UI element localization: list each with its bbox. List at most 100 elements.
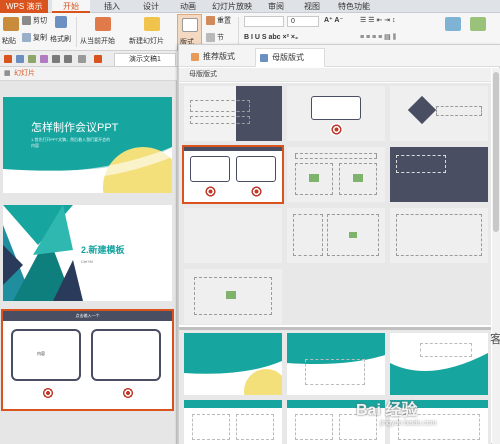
separator xyxy=(76,17,77,47)
chart-icon xyxy=(226,291,236,299)
document-tab[interactable]: 演示文稿1 xyxy=(114,53,176,66)
title-placeholder xyxy=(420,343,472,357)
layout-two-content[interactable] xyxy=(182,145,284,204)
tab-features[interactable]: 特色功能 xyxy=(334,0,374,13)
content-placeholder-right xyxy=(236,156,276,182)
tab-slideshow[interactable]: 幻灯片放映 xyxy=(208,0,256,13)
save-icon[interactable] xyxy=(4,55,12,63)
textbox-icon[interactable] xyxy=(445,17,461,31)
paste-button[interactable]: 粘贴 xyxy=(2,37,16,47)
content-placeholder-left xyxy=(295,414,333,440)
layout-title-only[interactable] xyxy=(184,86,282,141)
layout-comparison[interactable] xyxy=(287,147,385,202)
font-name-select[interactable] xyxy=(244,16,284,27)
master-icon xyxy=(260,54,268,62)
section-button[interactable]: 节 xyxy=(206,33,224,43)
content-placeholder-left xyxy=(190,156,230,182)
copy-button[interactable]: 复制 xyxy=(22,33,47,43)
layout-teal-title[interactable] xyxy=(184,333,282,395)
picture-placeholder xyxy=(396,214,482,256)
slide-thumbnail-2[interactable]: 2.新建模板 Ctrl+M xyxy=(3,205,172,301)
play-from-current-icon[interactable] xyxy=(95,17,111,31)
redo-icon[interactable] xyxy=(64,55,72,63)
layout-content-caption[interactable] xyxy=(287,208,385,263)
reset-icon xyxy=(206,16,215,25)
content-placeholder xyxy=(305,359,365,385)
format-painter-icon[interactable] xyxy=(55,16,67,28)
tab-animation[interactable]: 动画 xyxy=(172,0,204,13)
align-buttons[interactable]: ≡ ≡ ≡ ≡ ▤ ⫼ xyxy=(360,33,396,43)
title-placeholder xyxy=(295,153,377,159)
layout-teal-section[interactable] xyxy=(390,333,488,395)
layout-gallery-scrollbar[interactable] xyxy=(492,68,500,444)
slide-2-title: 2.新建模板 xyxy=(81,245,125,255)
menubar: WPS 演示 开始 插入 设计 动画 幻灯片放映 审阅 视图 特色功能 xyxy=(0,0,500,13)
tab-master-layouts[interactable]: 母版版式 xyxy=(255,48,325,67)
chart-icon xyxy=(349,232,357,238)
layout-title-dark[interactable] xyxy=(390,147,488,202)
layout-picture-caption[interactable] xyxy=(390,208,488,263)
cut-button[interactable]: 剪切 xyxy=(22,16,47,26)
content-placeholder-left xyxy=(192,414,230,440)
slide-panel-tabs: ▦ 幻灯片 xyxy=(0,67,177,81)
layout-title-content[interactable] xyxy=(287,86,385,141)
content-placeholder-right xyxy=(236,414,274,440)
reset-label: 重置 xyxy=(217,17,231,25)
slide-1-title: 怎样制作会议PPT xyxy=(31,122,119,134)
tab-recommended-layouts[interactable]: 推荐版式 xyxy=(187,48,249,67)
print-icon[interactable] xyxy=(28,55,36,63)
target-icon xyxy=(330,123,343,136)
new-slide-icon[interactable] xyxy=(144,17,160,31)
tab-insert[interactable]: 插入 xyxy=(96,0,128,13)
dropdown-icon[interactable] xyxy=(78,55,86,63)
slide-thumbnail-1[interactable]: 怎样制作会议PPT 1.首先打开PPT文稿，然后着入我们要开会的内容 xyxy=(3,97,172,193)
baidu-watermark: Bai 经验 xyxy=(356,402,418,419)
teal-wave-shape xyxy=(184,333,282,395)
outline-tab-icon[interactable]: ▦ xyxy=(4,67,14,81)
tab-master-label: 母版版式 xyxy=(272,53,304,62)
font-format-buttons[interactable]: B I U S abc ×² ×₂ xyxy=(244,33,298,43)
from-current-button[interactable]: 从当前开始 xyxy=(80,37,115,47)
title-placeholder xyxy=(436,106,482,116)
format-painter-button[interactable]: 格式刷 xyxy=(50,35,71,45)
layout-vertical-content[interactable] xyxy=(184,269,282,324)
content-placeholder xyxy=(311,96,361,120)
slide-1-subtitle: 1.首先打开PPT文稿，然后着入我们要开会的内容 xyxy=(31,137,111,148)
font-size-select[interactable]: 0 xyxy=(287,16,319,27)
scrollbar-thumb[interactable] xyxy=(493,72,499,232)
copy-icon xyxy=(22,33,31,42)
master-layout-grid xyxy=(179,83,491,325)
reset-button[interactable]: 重置 xyxy=(206,16,231,26)
slide-panel: ▦ 幻灯片 怎样制作会议PPT 1.首先打开PPT文稿，然后着入我们要开会的内容 xyxy=(0,67,177,444)
tab-review[interactable]: 审阅 xyxy=(262,0,290,13)
recommend-icon xyxy=(191,53,199,61)
slide-thumbnail-3[interactable]: 点击输入一个 内容 xyxy=(1,309,174,411)
layout-section-header: 母版版式 xyxy=(179,68,491,82)
title-placeholder xyxy=(396,155,446,173)
list-buttons[interactable]: ☰ ☰ ⇤ ⇥ ↕ xyxy=(360,16,396,26)
app-logo[interactable]: WPS 演示 xyxy=(0,0,48,13)
preview-icon[interactable] xyxy=(40,55,48,63)
layout-blank[interactable] xyxy=(184,208,282,263)
wps-doc-icon xyxy=(94,55,102,63)
layout-gallery-popup: 推荐版式 母版版式 母版版式 xyxy=(178,44,500,444)
layout-dark-panel xyxy=(236,86,282,141)
undo-icon[interactable] xyxy=(52,55,60,63)
layout-teal-two-content[interactable] xyxy=(184,400,282,444)
section-icon xyxy=(206,33,215,42)
font-grow-button[interactable]: A⁺ A⁻ xyxy=(324,16,343,26)
layout-section-header[interactable] xyxy=(390,86,488,141)
tab-design[interactable]: 设计 xyxy=(135,0,167,13)
tab-slides[interactable]: 幻灯片 xyxy=(14,67,48,81)
tab-view[interactable]: 视图 xyxy=(298,0,326,13)
wps-window: WPS 演示 开始 插入 设计 动画 幻灯片放映 审阅 视图 特色功能 粘贴 剪… xyxy=(0,0,500,444)
section-label: 节 xyxy=(217,34,224,42)
open-icon[interactable] xyxy=(16,55,24,63)
new-slide-button[interactable]: 新建幻灯片 xyxy=(129,37,164,47)
tab-start[interactable]: 开始 xyxy=(52,0,90,13)
paste-icon[interactable] xyxy=(3,17,19,31)
layout-teal-content[interactable] xyxy=(287,333,385,395)
title-placeholder xyxy=(190,100,250,112)
shape-icon[interactable] xyxy=(470,17,486,31)
document-tab-label: 演示文稿1 xyxy=(129,56,161,63)
